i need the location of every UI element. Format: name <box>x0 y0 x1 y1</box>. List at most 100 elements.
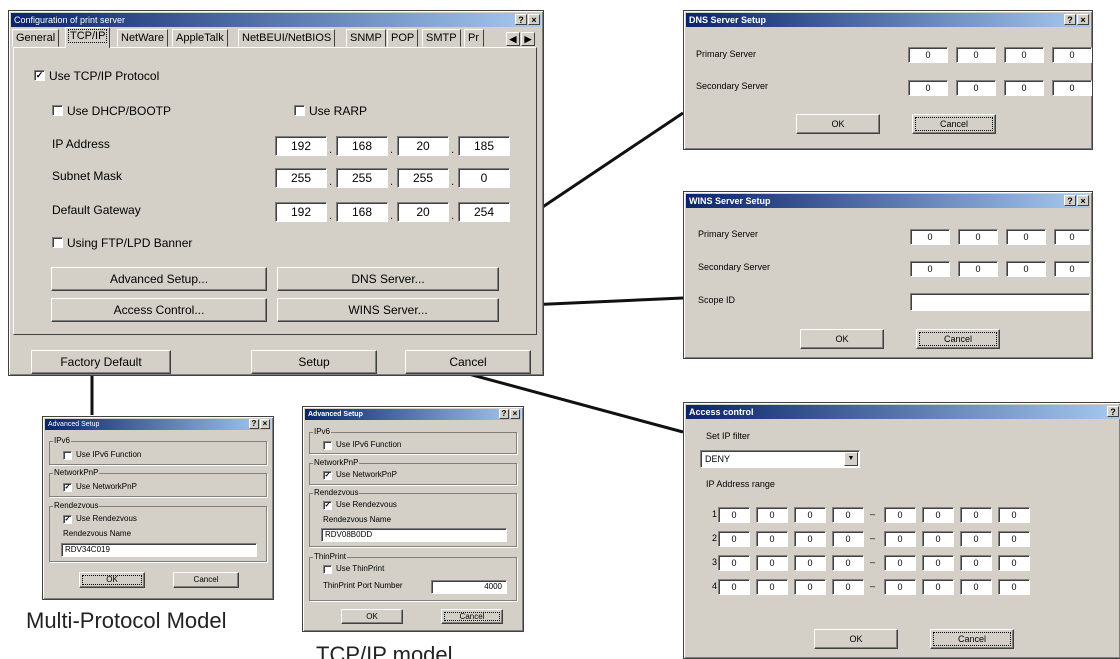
adv-tcp-help-icon[interactable]: ? <box>499 409 509 419</box>
tab-netware[interactable]: NetWare <box>117 29 168 47</box>
subnet-octet-1[interactable]: 255 <box>275 168 327 188</box>
ip-range-from-octet-1[interactable]: 0 <box>718 555 750 571</box>
adv-multi-ok-button[interactable]: OK <box>79 572 145 588</box>
dns-secondary-octet-1[interactable]: 0 <box>908 80 948 96</box>
wins-primary-octet-3[interactable]: 0 <box>1006 229 1046 245</box>
wins-secondary-octet-1[interactable]: 0 <box>910 261 950 277</box>
wins-primary-octet-2[interactable]: 0 <box>958 229 998 245</box>
tab-scroll-left-icon[interactable]: ◀ <box>506 32 520 46</box>
tab-pop[interactable]: POP <box>387 29 419 47</box>
tab-pr[interactable]: Pr <box>464 29 484 47</box>
dns-primary-octet-3[interactable]: 0 <box>1004 47 1044 63</box>
dns-secondary-octet-2[interactable]: 0 <box>956 80 996 96</box>
access-cancel-button[interactable]: Cancel <box>930 629 1014 649</box>
ip-range-from-octet-4[interactable]: 0 <box>832 579 864 595</box>
adv-multi-cancel-button[interactable]: Cancel <box>173 572 239 588</box>
ip-range-to-octet-3[interactable]: 0 <box>960 531 992 547</box>
ip-range-from-octet-4[interactable]: 0 <box>832 531 864 547</box>
ip-range-to-octet-1[interactable]: 0 <box>884 531 916 547</box>
close-icon[interactable]: × <box>528 14 540 25</box>
ip-range-to-octet-2[interactable]: 0 <box>922 555 954 571</box>
wins-primary-octet-1[interactable]: 0 <box>910 229 950 245</box>
tab-appletalk[interactable]: AppleTalk <box>172 29 228 47</box>
ip-range-from-octet-3[interactable]: 0 <box>794 579 826 595</box>
gateway-octet-1[interactable]: 192 <box>275 202 327 222</box>
ip-range-from-octet-3[interactable]: 0 <box>794 507 826 523</box>
wins-primary-octet-4[interactable]: 0 <box>1054 229 1090 245</box>
dns-cancel-button[interactable]: Cancel <box>912 114 996 134</box>
tab-tcpip[interactable]: TCP/IP <box>65 27 111 48</box>
dns-primary-octet-4[interactable]: 0 <box>1052 47 1092 63</box>
chevron-down-icon[interactable]: ▼ <box>844 452 858 466</box>
adv-tcp-ipv6-checkbox[interactable] <box>323 441 332 450</box>
tab-general[interactable]: General <box>12 29 60 47</box>
dns-primary-octet-2[interactable]: 0 <box>956 47 996 63</box>
ip-octet-2[interactable]: 168 <box>336 136 388 156</box>
adv-tcp-tp-port-input[interactable]: 4000 <box>431 580 507 594</box>
ip-range-from-octet-4[interactable]: 0 <box>832 507 864 523</box>
ip-range-from-octet-1[interactable]: 0 <box>718 579 750 595</box>
adv-tcp-npnp-checkbox[interactable]: ✓ <box>323 471 332 480</box>
adv-multi-close-icon[interactable]: × <box>260 419 270 429</box>
ip-range-to-octet-4[interactable]: 0 <box>998 555 1030 571</box>
access-ok-button[interactable]: OK <box>814 629 898 649</box>
access-control-button[interactable]: Access Control... <box>51 298 267 322</box>
ip-octet-3[interactable]: 20 <box>397 136 449 156</box>
ip-range-from-octet-2[interactable]: 0 <box>756 507 788 523</box>
adv-tcp-rv-name-input[interactable]: RDV08B0DD <box>321 528 507 542</box>
ip-range-to-octet-4[interactable]: 0 <box>998 579 1030 595</box>
subnet-octet-3[interactable]: 255 <box>397 168 449 188</box>
ftp-banner-checkbox[interactable] <box>52 237 63 248</box>
use-tcpip-checkbox[interactable]: ✓ <box>34 70 45 81</box>
ip-octet-1[interactable]: 192 <box>275 136 327 156</box>
wins-secondary-octet-3[interactable]: 0 <box>1006 261 1046 277</box>
tab-snmp[interactable]: SNMP <box>346 29 386 47</box>
ip-range-to-octet-3[interactable]: 0 <box>960 579 992 595</box>
ip-octet-4[interactable]: 185 <box>458 136 510 156</box>
dns-secondary-octet-3[interactable]: 0 <box>1004 80 1044 96</box>
ip-range-from-octet-3[interactable]: 0 <box>794 531 826 547</box>
gateway-octet-2[interactable]: 168 <box>336 202 388 222</box>
dns-ok-button[interactable]: OK <box>796 114 880 134</box>
subnet-octet-4[interactable]: 0 <box>458 168 510 188</box>
dns-secondary-octet-4[interactable]: 0 <box>1052 80 1092 96</box>
dns-server-button[interactable]: DNS Server... <box>277 267 499 291</box>
dns-help-icon[interactable]: ? <box>1064 14 1076 25</box>
ip-range-to-octet-4[interactable]: 0 <box>998 507 1030 523</box>
dns-primary-octet-1[interactable]: 0 <box>908 47 948 63</box>
dns-close-icon[interactable]: × <box>1077 14 1089 25</box>
adv-tcp-tp-checkbox[interactable] <box>323 565 332 574</box>
ip-range-from-octet-2[interactable]: 0 <box>756 531 788 547</box>
wins-help-icon[interactable]: ? <box>1064 195 1076 206</box>
ip-filter-select[interactable]: DENY ▼ <box>700 450 860 468</box>
ip-range-from-octet-2[interactable]: 0 <box>756 555 788 571</box>
ip-range-to-octet-1[interactable]: 0 <box>884 507 916 523</box>
setup-button[interactable]: Setup <box>251 350 377 374</box>
tab-scroll-right-icon[interactable]: ▶ <box>521 32 535 46</box>
adv-multi-npnp-checkbox[interactable]: ✓ <box>63 483 72 492</box>
adv-multi-rv-checkbox[interactable]: ✓ <box>63 515 72 524</box>
gateway-octet-3[interactable]: 20 <box>397 202 449 222</box>
wins-cancel-button[interactable]: Cancel <box>916 329 1000 349</box>
adv-tcp-ok-button[interactable]: OK <box>341 609 403 624</box>
adv-multi-ipv6-checkbox[interactable] <box>63 451 72 460</box>
ip-range-from-octet-1[interactable]: 0 <box>718 531 750 547</box>
wins-server-button[interactable]: WINS Server... <box>277 298 499 322</box>
scope-id-input[interactable] <box>910 293 1090 311</box>
ip-range-to-octet-3[interactable]: 0 <box>960 555 992 571</box>
gateway-octet-4[interactable]: 254 <box>458 202 510 222</box>
wins-secondary-octet-4[interactable]: 0 <box>1054 261 1090 277</box>
help-icon[interactable]: ? <box>515 14 527 25</box>
wins-secondary-octet-2[interactable]: 0 <box>958 261 998 277</box>
adv-tcp-rv-checkbox[interactable]: ✓ <box>323 501 332 510</box>
ip-range-to-octet-2[interactable]: 0 <box>922 531 954 547</box>
wins-close-icon[interactable]: × <box>1077 195 1089 206</box>
use-rarp-checkbox[interactable] <box>294 105 305 116</box>
ip-range-to-octet-1[interactable]: 0 <box>884 579 916 595</box>
cancel-button[interactable]: Cancel <box>405 350 531 374</box>
subnet-octet-2[interactable]: 255 <box>336 168 388 188</box>
ip-range-from-octet-1[interactable]: 0 <box>718 507 750 523</box>
ip-range-to-octet-2[interactable]: 0 <box>922 507 954 523</box>
adv-tcp-cancel-button[interactable]: Cancel <box>441 609 503 624</box>
factory-default-button[interactable]: Factory Default <box>31 350 171 374</box>
